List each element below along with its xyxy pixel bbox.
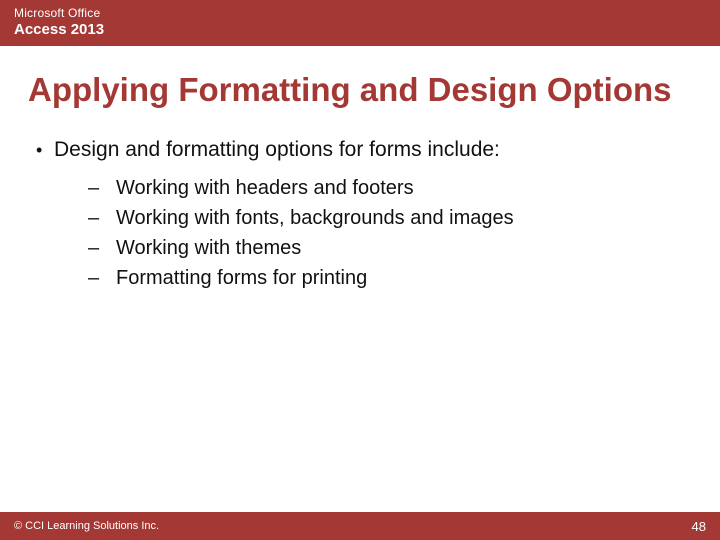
sub-bullet-item: – Working with headers and footers [88, 174, 690, 202]
sub-bullet-marker: – [88, 234, 116, 262]
sub-bullet-text: Working with themes [116, 234, 301, 262]
header-app-line: Access 2013 [14, 21, 706, 38]
sub-bullet-item: – Working with themes [88, 234, 690, 262]
bullet-marker: • [36, 136, 54, 164]
page-number: 48 [692, 519, 706, 534]
sub-bullet-item: – Working with fonts, backgrounds and im… [88, 204, 690, 232]
sub-bullet-marker: – [88, 264, 116, 292]
sub-bullet-list: – Working with headers and footers – Wor… [88, 174, 690, 292]
footer-copyright: © CCI Learning Solutions Inc. [14, 520, 159, 532]
sub-bullet-marker: – [88, 204, 116, 232]
header-bar: Microsoft Office Access 2013 [0, 0, 720, 46]
sub-bullet-marker: – [88, 174, 116, 202]
sub-bullet-text: Working with headers and footers [116, 174, 414, 202]
title-area: Applying Formatting and Design Options [0, 46, 720, 118]
slide-title: Applying Formatting and Design Options [28, 72, 692, 108]
sub-bullet-text: Working with fonts, backgrounds and imag… [116, 204, 514, 232]
footer-bar: © CCI Learning Solutions Inc. 48 [0, 512, 720, 540]
header-product-line: Microsoft Office [14, 6, 706, 20]
bullet-text: Design and formatting options for forms … [54, 136, 500, 164]
sub-bullet-item: – Formatting forms for printing [88, 264, 690, 292]
bullet-item: • Design and formatting options for form… [36, 136, 690, 164]
body-area: • Design and formatting options for form… [0, 118, 720, 294]
sub-bullet-text: Formatting forms for printing [116, 264, 367, 292]
slide: Microsoft Office Access 2013 Applying Fo… [0, 0, 720, 540]
